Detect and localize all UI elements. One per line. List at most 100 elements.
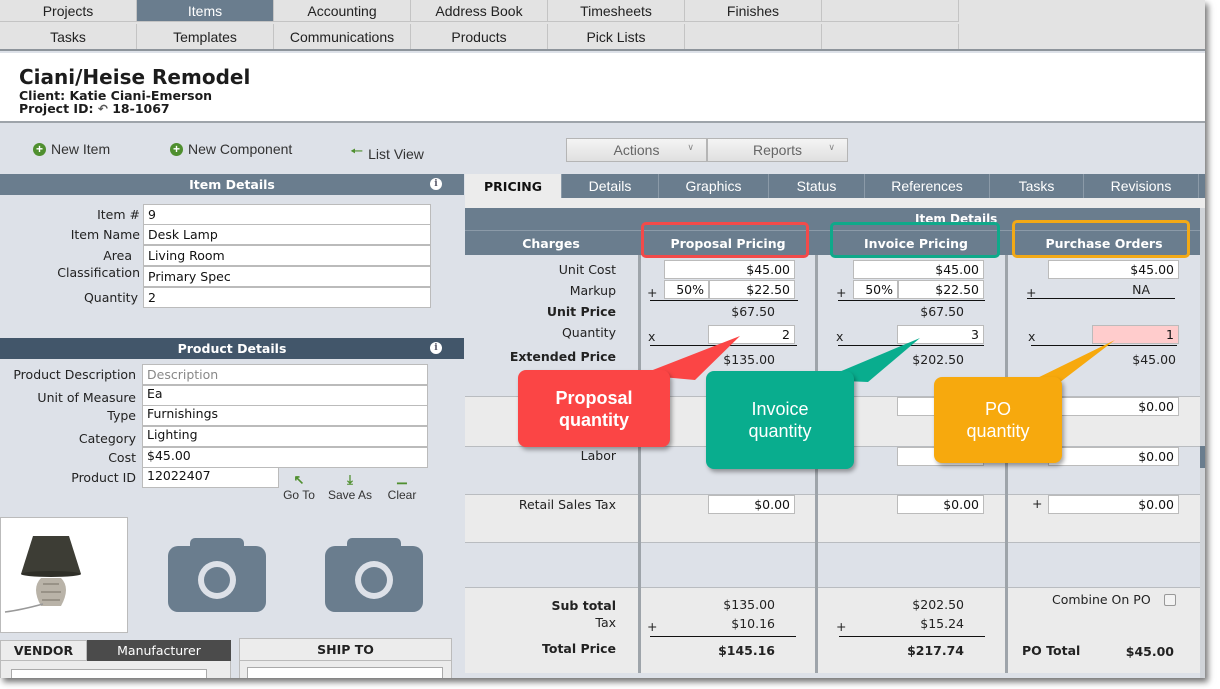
proposal-retail-sales-tax-input[interactable]: $0.00 xyxy=(708,495,795,514)
po-unit-cost-input[interactable]: $45.00 xyxy=(1048,260,1179,279)
field-unit-of-measure: Unit of Measure Ea xyxy=(0,385,440,406)
column-divider xyxy=(638,255,641,673)
nav-projects[interactable]: Projects xyxy=(0,0,137,22)
list-view-button[interactable]: 🠔 List View xyxy=(350,141,424,166)
nav-empty xyxy=(685,24,822,49)
new-component-label: New Component xyxy=(188,141,293,157)
tab-status[interactable]: Status xyxy=(769,174,865,198)
chevron-down-icon: ∨ xyxy=(828,142,835,152)
po-quantity-input[interactable]: 1 xyxy=(1092,325,1179,344)
tab-vendor[interactable]: VENDOR xyxy=(0,640,87,661)
invoice-extended-price: $202.50 xyxy=(912,352,964,367)
quantity-input[interactable]: 2 xyxy=(143,287,431,308)
proposal-markup-percent-input[interactable]: 50% xyxy=(664,280,709,299)
highlight-invoice-pricing xyxy=(830,222,1000,258)
proposal-markup-amount-input[interactable]: $22.50 xyxy=(709,280,795,299)
po-retail-sales-tax-input[interactable]: $0.00 xyxy=(1048,495,1179,514)
item-name-input[interactable]: Desk Lamp xyxy=(143,224,431,245)
camera-icon[interactable] xyxy=(325,538,423,612)
tab-graphics[interactable]: Graphics xyxy=(659,174,769,198)
divider-line xyxy=(650,300,798,301)
nav-pick-lists[interactable]: Pick Lists xyxy=(548,24,685,49)
item-number-input[interactable]: 9 xyxy=(143,204,431,225)
go-to-button[interactable]: ↖ Go To xyxy=(279,472,319,502)
product-details-title: Product Details xyxy=(177,341,287,356)
field-item-name: Item Name Desk Lamp xyxy=(0,224,440,245)
invoice-quantity-callout: Invoice quantity xyxy=(706,371,854,469)
product-description-input[interactable]: Description xyxy=(142,364,428,385)
unit-of-measure-input[interactable]: Ea xyxy=(142,385,428,406)
field-label: Product ID xyxy=(71,470,136,485)
info-icon[interactable]: i xyxy=(430,342,442,354)
nav-templates[interactable]: Templates xyxy=(137,24,274,49)
invoice-retail-sales-tax-input[interactable]: $0.00 xyxy=(897,495,984,514)
product-id-input[interactable]: 12022407 xyxy=(142,467,279,488)
times-operator: x xyxy=(1028,329,1036,344)
tab-references[interactable]: References xyxy=(865,174,990,198)
new-item-button[interactable]: + New Item xyxy=(33,141,110,157)
tab-details[interactable]: Details xyxy=(562,174,659,198)
divider-line xyxy=(838,345,984,346)
reply-arrow-icon[interactable]: ↶ xyxy=(98,102,108,116)
type-select[interactable]: Furnishings xyxy=(142,405,428,426)
field-label: Type xyxy=(107,408,136,423)
project-id[interactable]: 18-1067 xyxy=(112,101,169,116)
nav-accounting[interactable]: Accounting xyxy=(274,0,411,22)
nav-timesheets[interactable]: Timesheets xyxy=(548,0,685,22)
scrollbar-thumb[interactable] xyxy=(1200,446,1205,468)
invoice-callout-text: Invoice quantity xyxy=(748,399,812,441)
area-input[interactable]: Living Room xyxy=(143,245,431,266)
project-header: Ciani/Heise Remodel Client: Katie Ciani-… xyxy=(0,53,1205,123)
label-quantity: Quantity xyxy=(561,325,616,340)
new-component-button[interactable]: + New Component xyxy=(170,141,292,157)
invoice-markup-percent-input[interactable]: 50% xyxy=(853,280,898,299)
highlight-proposal-pricing xyxy=(641,222,809,258)
invoice-quantity-input[interactable]: 3 xyxy=(897,325,984,344)
actions-label: Actions xyxy=(613,142,660,158)
cost-input[interactable]: $45.00 xyxy=(142,447,428,468)
camera-icon[interactable] xyxy=(168,538,266,612)
invoice-markup-amount-input[interactable]: $22.50 xyxy=(898,280,984,299)
divider-line xyxy=(1031,345,1177,346)
nav-items[interactable]: Items xyxy=(137,0,274,22)
tab-tasks[interactable]: Tasks xyxy=(990,174,1084,198)
po-labor-input[interactable]: $0.00 xyxy=(1048,447,1179,466)
scrollbar[interactable] xyxy=(1200,208,1205,678)
nav-products[interactable]: Products xyxy=(411,24,548,49)
ship-to-select[interactable] xyxy=(247,667,443,678)
po-total: $45.00 xyxy=(1125,644,1174,659)
ship-to-header: SHIP TO xyxy=(239,638,452,661)
po-extended-price: $45.00 xyxy=(1132,352,1176,367)
actions-dropdown[interactable]: Actions ∨ xyxy=(566,138,707,162)
reports-label: Reports xyxy=(752,142,803,158)
po-row-a-input[interactable]: $0.00 xyxy=(1048,397,1179,416)
category-select[interactable]: Lighting xyxy=(142,426,428,447)
reports-dropdown[interactable]: Reports ∨ xyxy=(707,138,848,162)
nav-finishes[interactable]: Finishes xyxy=(685,0,822,22)
proposal-unit-cost-input[interactable]: $45.00 xyxy=(664,260,795,279)
nav-communications[interactable]: Communications xyxy=(274,24,411,49)
vendor-select[interactable] xyxy=(11,669,207,678)
po-total-label: PO Total xyxy=(1022,643,1081,658)
invoice-unit-cost-input[interactable]: $45.00 xyxy=(853,260,984,279)
tab-manufacturer[interactable]: Manufacturer xyxy=(87,640,231,661)
arrow-up-left-icon: ↖ xyxy=(293,472,305,487)
field-cost: Cost $45.00 xyxy=(0,447,440,468)
invoice-tax: $15.24 xyxy=(920,616,964,631)
classification-select[interactable]: Primary Spec xyxy=(143,266,431,287)
product-image[interactable] xyxy=(0,517,128,633)
column-divider xyxy=(1005,255,1008,673)
product-details-header: Product Details i xyxy=(0,338,464,359)
combine-on-po-checkbox[interactable] xyxy=(1164,594,1176,606)
proposal-quantity-input[interactable]: 2 xyxy=(708,325,795,344)
tab-revisions[interactable]: Revisions xyxy=(1084,174,1199,198)
save-as-button[interactable]: ⤓ Save As xyxy=(326,472,374,502)
nav-address-book[interactable]: Address Book xyxy=(411,0,548,22)
plus-circle-icon: + xyxy=(170,142,183,156)
plus-operator: + xyxy=(647,285,658,300)
clear-button[interactable]: ⚊ Clear xyxy=(382,472,422,502)
nav-tasks[interactable]: Tasks xyxy=(0,24,137,49)
tab-pricing[interactable]: PRICING xyxy=(465,174,562,198)
invoice-sub-total: $202.50 xyxy=(912,597,964,612)
info-icon[interactable]: i xyxy=(430,178,442,190)
